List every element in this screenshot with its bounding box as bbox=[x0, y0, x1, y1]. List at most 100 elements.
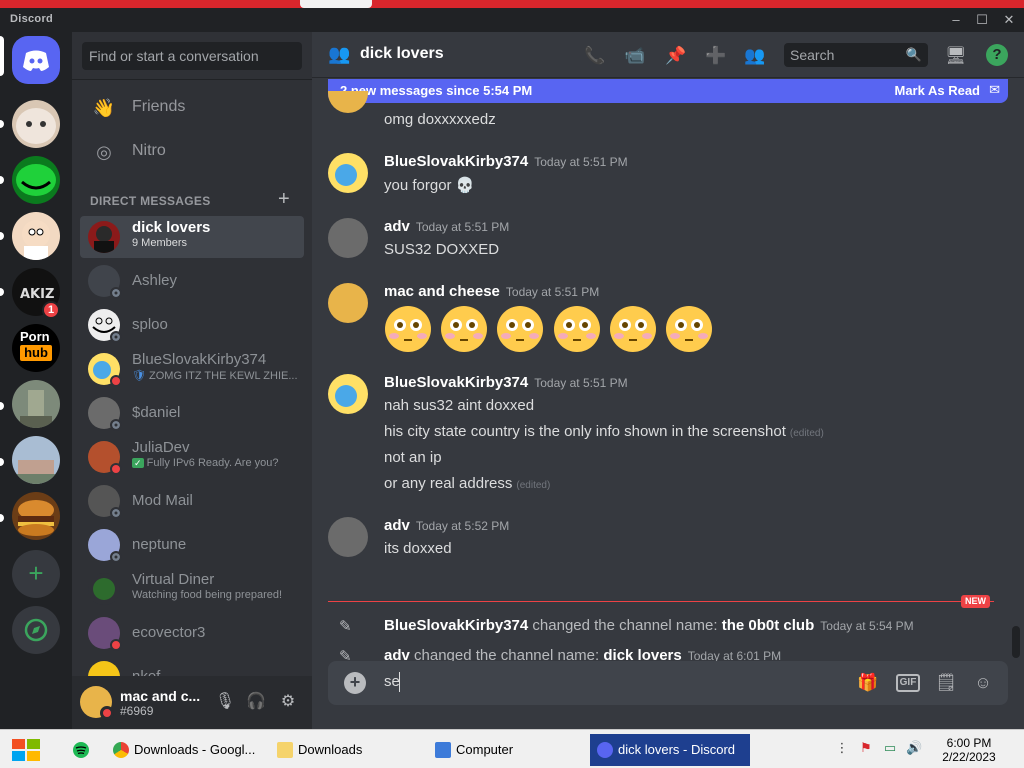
home-button[interactable] bbox=[12, 36, 60, 84]
message-author[interactable]: BlueSlovakKirby374 Today at 5:51 PM bbox=[384, 153, 628, 170]
avatar bbox=[328, 91, 368, 113]
dm-item[interactable]: neptune bbox=[80, 524, 304, 566]
server-rail: AKIZ 1 Porn hub + bbox=[0, 32, 72, 729]
text-caret bbox=[399, 672, 400, 692]
unread-pill bbox=[0, 288, 4, 296]
server-ph-text1: Porn bbox=[20, 329, 50, 344]
taskbar-item-computer[interactable]: Computer bbox=[428, 734, 586, 766]
mark-as-read-button[interactable]: Mark As Read bbox=[895, 83, 981, 98]
flag-icon[interactable]: ⚑ bbox=[858, 740, 874, 756]
gear-icon[interactable]: ⚙ bbox=[277, 691, 299, 713]
minimize-button[interactable]: – bbox=[946, 11, 966, 29]
dm-item[interactable]: Ashley bbox=[80, 260, 304, 302]
server-building[interactable] bbox=[12, 436, 60, 484]
dm-name: Mod Mail bbox=[132, 492, 193, 509]
taskbar-item-downloads[interactable]: Downloads bbox=[270, 734, 420, 766]
message-text: you forgor 💀 bbox=[384, 176, 474, 194]
computer-icon bbox=[435, 742, 451, 758]
find-conversation-input[interactable]: Find or start a conversation bbox=[82, 42, 302, 70]
emoji-picker-icon[interactable]: ☺ bbox=[971, 672, 995, 694]
headphones-icon[interactable]: 🎧 bbox=[245, 691, 267, 713]
dm-sub: ✓ Fully IPv6 Ready. Are you? bbox=[132, 457, 300, 469]
dm-item[interactable]: nkef bbox=[80, 656, 304, 676]
dm-item[interactable]: Mod Mail bbox=[80, 480, 304, 522]
message-composer[interactable]: + se 🎁 GIF 🗒 ☺ bbox=[328, 661, 1008, 705]
scroll-thumb[interactable] bbox=[1012, 626, 1020, 658]
flushed-emoji-icon bbox=[665, 306, 712, 352]
system-clock[interactable]: 6:00 PM 2/22/2023 bbox=[934, 736, 1004, 764]
spotify-icon[interactable] bbox=[72, 741, 90, 759]
browser-tab[interactable] bbox=[300, 0, 372, 8]
avatar[interactable] bbox=[328, 153, 368, 193]
help-icon[interactable]: ? bbox=[986, 44, 1008, 66]
avatar[interactable] bbox=[328, 374, 368, 414]
dm-item[interactable]: sploo bbox=[80, 304, 304, 346]
microphone-icon[interactable]: 🎙 bbox=[214, 691, 236, 713]
dm-sub-text: ZOMG ITZ THE KEWL ZHIE... bbox=[149, 370, 298, 382]
sys-actor[interactable]: BlueSlovakKirby374 bbox=[384, 617, 528, 634]
tray-overflow-icon[interactable]: ⋮ bbox=[834, 740, 850, 756]
search-input[interactable]: Search 🔍 bbox=[784, 43, 928, 67]
gif-icon[interactable]: GIF bbox=[896, 674, 920, 692]
volume-icon[interactable]: 🔊 bbox=[906, 740, 922, 756]
windows-start-icon[interactable] bbox=[10, 736, 42, 764]
voice-call-icon[interactable]: 📞 bbox=[583, 44, 607, 68]
dm-item[interactable]: JuliaDev ✓ Fully IPv6 Ready. Are you? bbox=[80, 436, 304, 478]
server-peter[interactable] bbox=[12, 212, 60, 260]
composer-text[interactable]: se bbox=[384, 673, 400, 690]
sys-action: changed the channel name: bbox=[532, 617, 718, 634]
message-line: or any real address bbox=[384, 475, 513, 492]
inbox-icon[interactable]: 🖥 bbox=[944, 44, 968, 68]
nav-friends[interactable]: 👋 Friends bbox=[80, 87, 304, 129]
mark-read-icon: ✉ bbox=[989, 82, 1000, 97]
chat-main: 👥 dick lovers 📞 📹 📌 ➕ 👥 Search 🔍 🖥 ? 2 ne… bbox=[312, 32, 1024, 729]
maximize-button[interactable]: ☐ bbox=[972, 11, 992, 29]
taskbar-item-discord[interactable]: dick lovers - Discord bbox=[590, 734, 750, 766]
sticker-icon[interactable]: 🗒 bbox=[934, 672, 958, 694]
network-icon[interactable]: ▭ bbox=[882, 740, 898, 756]
video-call-icon[interactable]: 📹 bbox=[623, 44, 647, 68]
dm-name: dick lovers bbox=[132, 219, 211, 236]
upload-plus-icon[interactable]: + bbox=[344, 672, 366, 694]
dm-item[interactable]: $daniel bbox=[80, 392, 304, 434]
message-author[interactable]: adv Today at 5:51 PM bbox=[384, 218, 509, 235]
server-statue[interactable] bbox=[12, 380, 60, 428]
add-server-button[interactable]: + bbox=[12, 550, 60, 598]
svg-text:AKIZ: AKIZ bbox=[20, 287, 54, 302]
server-burger[interactable] bbox=[12, 492, 60, 540]
message-author[interactable]: adv Today at 5:52 PM bbox=[384, 517, 509, 534]
pin-icon[interactable]: 📌 bbox=[664, 44, 688, 68]
server-ph[interactable]: Porn hub bbox=[12, 324, 60, 372]
dm-item[interactable]: Virtual Diner Watching food being prepar… bbox=[80, 568, 304, 610]
group-dm-icon: 👥 bbox=[328, 44, 351, 64]
member-list-icon[interactable]: 👥 bbox=[743, 44, 767, 68]
taskbar-item-chrome[interactable]: Downloads - Googl... bbox=[106, 734, 264, 766]
server-cat[interactable] bbox=[12, 100, 60, 148]
create-dm-plus-icon[interactable]: + bbox=[278, 188, 290, 211]
edited-tag: (edited) bbox=[789, 428, 824, 439]
avatar[interactable] bbox=[328, 283, 368, 323]
scrollbar[interactable] bbox=[1012, 114, 1020, 658]
nav-nitro[interactable]: ◎ Nitro bbox=[80, 131, 304, 173]
avatar[interactable] bbox=[328, 218, 368, 258]
dm-item[interactable]: ecovector3 bbox=[80, 612, 304, 654]
message-text: or any real address (edited) bbox=[384, 475, 550, 492]
dm-item[interactable]: BlueSlovakKirby374 🛡 ZOMG ITZ THE KEWL Z… bbox=[80, 348, 304, 390]
close-button[interactable]: ✕ bbox=[999, 11, 1019, 29]
skull-emoji-icon: 💀 bbox=[455, 177, 475, 194]
message-line: his city state country is the only info … bbox=[384, 423, 786, 440]
author-name: adv bbox=[384, 517, 410, 534]
message-author[interactable]: mac and cheese Today at 5:51 PM bbox=[384, 283, 599, 300]
dm-name: sploo bbox=[132, 316, 168, 333]
message-author[interactable]: BlueSlovakKirby374 Today at 5:51 PM bbox=[384, 374, 628, 391]
author-name: mac and cheese bbox=[384, 283, 500, 300]
dm-name: BlueSlovakKirby374 bbox=[132, 351, 267, 368]
server-trollface[interactable] bbox=[12, 156, 60, 204]
gift-icon[interactable]: 🎁 bbox=[856, 672, 880, 694]
avatar[interactable] bbox=[328, 517, 368, 557]
explore-servers-button[interactable] bbox=[12, 606, 60, 654]
add-friend-icon[interactable]: ➕ bbox=[704, 44, 728, 68]
new-messages-divider bbox=[328, 601, 994, 602]
new-messages-banner[interactable]: 2 new messages since 5:54 PM Mark As Rea… bbox=[328, 79, 1008, 103]
dm-item[interactable]: dick lovers 9 Members bbox=[80, 216, 304, 258]
